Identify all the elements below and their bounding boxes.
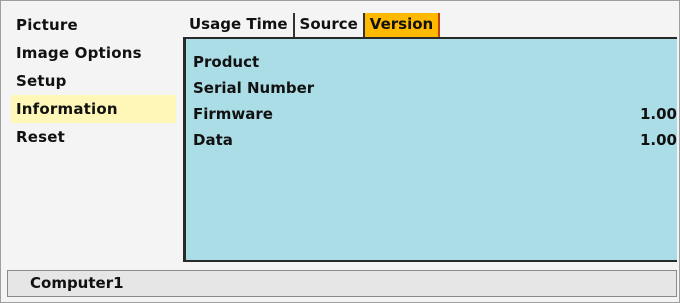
info-label: Data xyxy=(193,131,233,149)
input-source-status: Computer1 xyxy=(7,270,677,297)
tab-strip: Usage Time Source Version xyxy=(184,11,441,37)
osd-menu-window: Picture Image Options Setup Information … xyxy=(0,0,680,303)
info-row-product: Product xyxy=(186,49,677,75)
info-label: Product xyxy=(193,53,260,71)
menu-item-information[interactable]: Information xyxy=(11,95,176,123)
tab-version[interactable]: Version xyxy=(364,13,441,37)
info-label: Serial Number xyxy=(193,79,315,97)
menu-item-picture[interactable]: Picture xyxy=(11,11,176,39)
side-menu: Picture Image Options Setup Information … xyxy=(11,11,176,151)
info-value: 1.00 xyxy=(639,131,677,149)
menu-item-reset[interactable]: Reset xyxy=(11,123,176,151)
info-row-data: Data 1.00 xyxy=(186,127,677,153)
tab-source[interactable]: Source xyxy=(295,13,365,37)
info-row-firmware: Firmware 1.00 xyxy=(186,101,677,127)
menu-item-image-options[interactable]: Image Options xyxy=(11,39,176,67)
info-label: Firmware xyxy=(193,105,273,123)
tab-usage-time[interactable]: Usage Time xyxy=(184,13,295,37)
menu-item-setup[interactable]: Setup xyxy=(11,67,176,95)
info-row-serial-number: Serial Number xyxy=(186,75,677,101)
version-info-panel: Product Serial Number Firmware 1.00 Data… xyxy=(183,37,677,262)
info-value: 1.00 xyxy=(639,105,677,123)
